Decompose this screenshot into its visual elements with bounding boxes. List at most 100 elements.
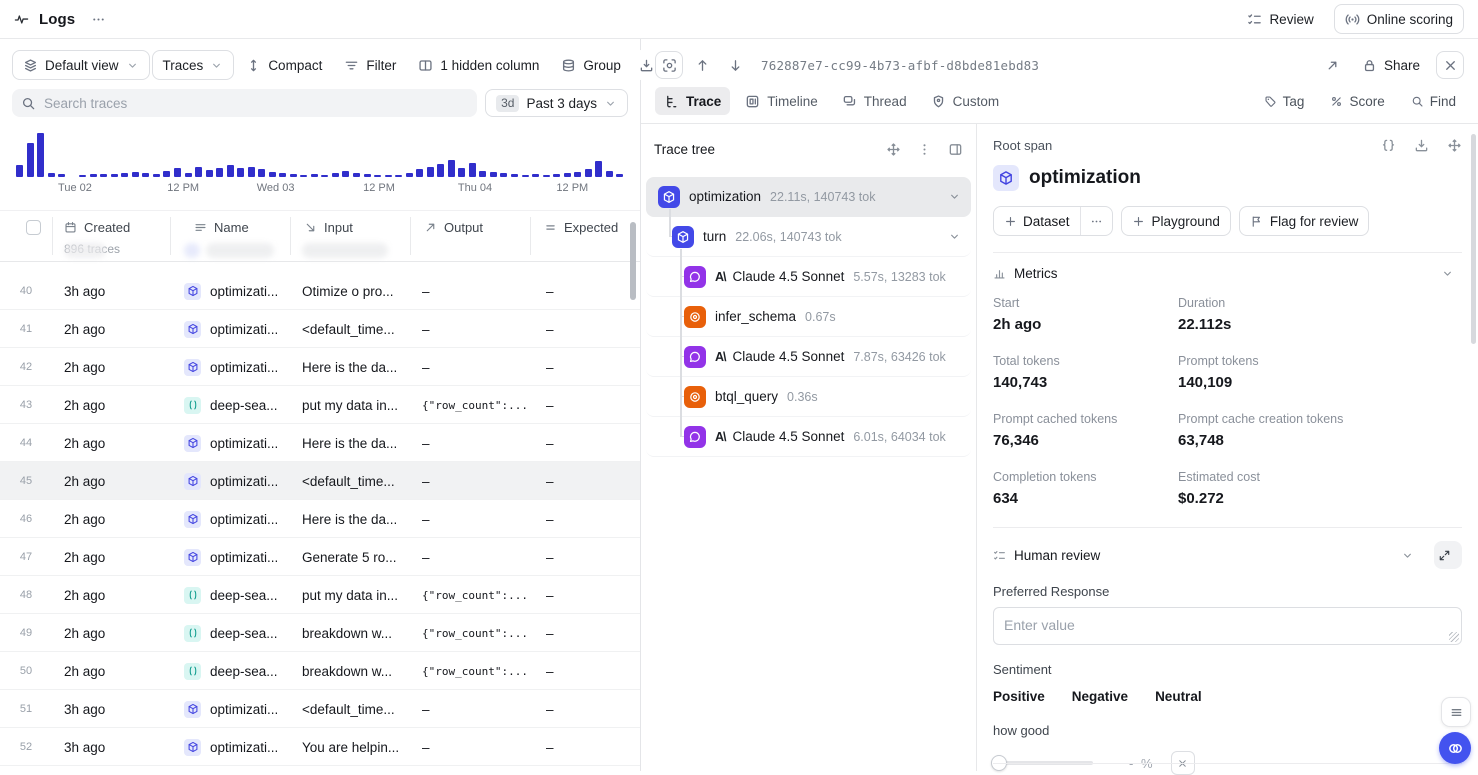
axis-tick-label: Wed 03 [257, 182, 295, 194]
trace-tree-node[interactable]: A\Claude 4.5 Sonnet7.87s, 63426 tok [646, 337, 971, 377]
row-number: 50 [0, 652, 52, 690]
playground-button[interactable]: Playground [1121, 206, 1231, 236]
close-panel-button[interactable] [1436, 51, 1464, 79]
histogram-bar [332, 173, 339, 177]
cell-input: put my data in... [302, 576, 414, 614]
hidden-column-button[interactable]: 1 hidden column [408, 50, 549, 80]
tab-thread[interactable]: Thread [833, 87, 916, 115]
score-button[interactable]: Score [1322, 87, 1392, 115]
detail-scrollbar[interactable] [1471, 134, 1476, 344]
table-row[interactable]: 403h agooptimizati...Otimize o pro...–– [0, 272, 640, 310]
logs-waveform-icon [14, 12, 29, 27]
name-text: optimizati... [210, 740, 278, 755]
histogram-bar [227, 165, 234, 177]
cell-output: – [422, 348, 540, 386]
open-fullscreen-button[interactable] [1319, 50, 1346, 80]
table-row[interactable]: 412h agooptimizati...<default_time...–– [0, 310, 640, 348]
histogram-bar [427, 167, 434, 177]
preferred-response-input[interactable]: Enter value [993, 607, 1462, 645]
table-row[interactable]: 462h agooptimizati...Here is the da...–– [0, 500, 640, 538]
table-row[interactable]: 502h agodeep-sea...breakdown w...{"row_c… [0, 652, 640, 690]
arrow-down-right-icon [304, 221, 317, 234]
date-range-button[interactable]: 3d Past 3 days [485, 89, 628, 117]
trace-volume-histogram[interactable]: Tue 0212 PMWed 0312 PMThu 0412 PM [14, 127, 626, 197]
histogram-bar [121, 173, 128, 177]
select-all-checkbox[interactable] [26, 220, 41, 235]
table-row[interactable]: 472h agooptimizati...Generate 5 ro...–– [0, 538, 640, 576]
trace-tree-node[interactable]: A\Claude 4.5 Sonnet5.57s, 13283 tok [646, 257, 971, 297]
table-row[interactable]: 513h agooptimizati...<default_time...–– [0, 690, 640, 728]
sentiment-neutral-button[interactable]: Neutral [1155, 689, 1202, 704]
table-row[interactable]: 482h agodeep-sea...put my data in...{"ro… [0, 576, 640, 614]
search-input[interactable]: Search traces [12, 89, 477, 117]
resize-grip[interactable] [1449, 632, 1459, 642]
human-review-section-header[interactable]: Human review [993, 541, 1462, 569]
panel-toggle-icon[interactable] [948, 142, 963, 157]
column-header-expected[interactable]: Expected [544, 220, 618, 235]
trace-id[interactable]: 762887e7-cc99-4b73-afbf-d8bde81ebd83 [761, 58, 1039, 73]
flag-for-review-button[interactable]: Flag for review [1239, 206, 1370, 236]
tag-button[interactable]: Tag [1256, 87, 1313, 115]
tab-timeline[interactable]: Timeline [736, 87, 827, 115]
table-row[interactable]: 452h agooptimizati...<default_time...–– [0, 462, 640, 500]
range-badge: 3d [496, 95, 519, 112]
filter-button[interactable]: Filter [334, 50, 406, 80]
column-divider[interactable] [170, 217, 171, 255]
trace-tree-node[interactable]: optimization22.11s, 140743 tok [646, 177, 971, 217]
traces-selector[interactable]: Traces [152, 50, 235, 80]
cell-created: 2h ago [64, 310, 174, 348]
column-header-input[interactable]: Input [304, 220, 353, 235]
sentiment-positive-button[interactable]: Positive [993, 689, 1045, 704]
share-button[interactable]: Share [1352, 50, 1430, 80]
add-to-dataset-button[interactable]: Dataset [994, 207, 1080, 235]
sentiment-negative-button[interactable]: Negative [1072, 689, 1128, 704]
comments-menu-button[interactable] [1441, 697, 1471, 727]
histogram-bar [479, 171, 486, 177]
focus-span-button[interactable] [655, 51, 683, 79]
cell-output: – [422, 272, 540, 310]
tab-custom[interactable]: Custom [922, 87, 1009, 115]
table-row[interactable]: 492h agodeep-sea...breakdown w...{"row_c… [0, 614, 640, 652]
prev-trace-button[interactable] [689, 50, 716, 80]
histogram-bar [311, 174, 318, 177]
json-view-icon[interactable] [1381, 138, 1396, 153]
trace-tree-node[interactable]: turn22.06s, 140743 tok [646, 217, 971, 257]
column-header-created[interactable]: Created [64, 220, 130, 235]
table-row[interactable]: 432h agodeep-sea...put my data in...{"ro… [0, 386, 640, 424]
column-divider[interactable] [410, 217, 411, 255]
next-trace-button[interactable] [722, 50, 749, 80]
metrics-section-header[interactable]: Metrics [993, 266, 1462, 281]
expand-review-button[interactable] [1434, 541, 1462, 569]
move-icon[interactable] [1447, 138, 1462, 153]
table-row[interactable]: 422h agooptimizati...Here is the da...–– [0, 348, 640, 386]
column-header-name[interactable]: Name [194, 220, 249, 235]
move-icon[interactable] [886, 142, 901, 157]
dataset-more-button[interactable] [1080, 207, 1112, 235]
page-menu-button[interactable] [85, 4, 112, 34]
histogram-bar [100, 174, 107, 177]
view-selector[interactable]: Default view [12, 50, 150, 80]
column-header-output[interactable]: Output [424, 220, 483, 235]
table-row[interactable]: 442h agooptimizati...Here is the da...–– [0, 424, 640, 462]
download-icon[interactable] [1414, 138, 1429, 153]
find-button[interactable]: Find [1403, 87, 1464, 115]
online-scoring-button[interactable]: Online scoring [1334, 4, 1464, 34]
table-row[interactable]: 523h agooptimizati...You are helpin...–– [0, 728, 640, 766]
cell-created: 2h ago [64, 652, 174, 690]
compact-button[interactable]: Compact [236, 50, 332, 80]
root-span-pane: Root span optimization Dataset [977, 124, 1478, 771]
review-button[interactable]: Review [1237, 4, 1323, 34]
tab-trace[interactable]: Trace [655, 87, 730, 115]
name-text: optimizati... [210, 702, 278, 717]
trace-tree-node[interactable]: btql_query0.36s [646, 377, 971, 417]
kebab-menu-icon[interactable] [917, 142, 932, 157]
cell-name: deep-sea... [184, 652, 296, 690]
table-scrollbar[interactable] [630, 222, 636, 300]
trace-tree-node[interactable]: A\Claude 4.5 Sonnet6.01s, 64034 tok [646, 417, 971, 457]
histogram-bar [248, 167, 255, 177]
ai-assistant-button[interactable] [1439, 732, 1471, 764]
trace-tree-node[interactable]: infer_schema0.67s [646, 297, 971, 337]
group-button[interactable]: Group [551, 50, 631, 80]
column-divider[interactable] [530, 217, 531, 255]
column-divider[interactable] [290, 217, 291, 255]
